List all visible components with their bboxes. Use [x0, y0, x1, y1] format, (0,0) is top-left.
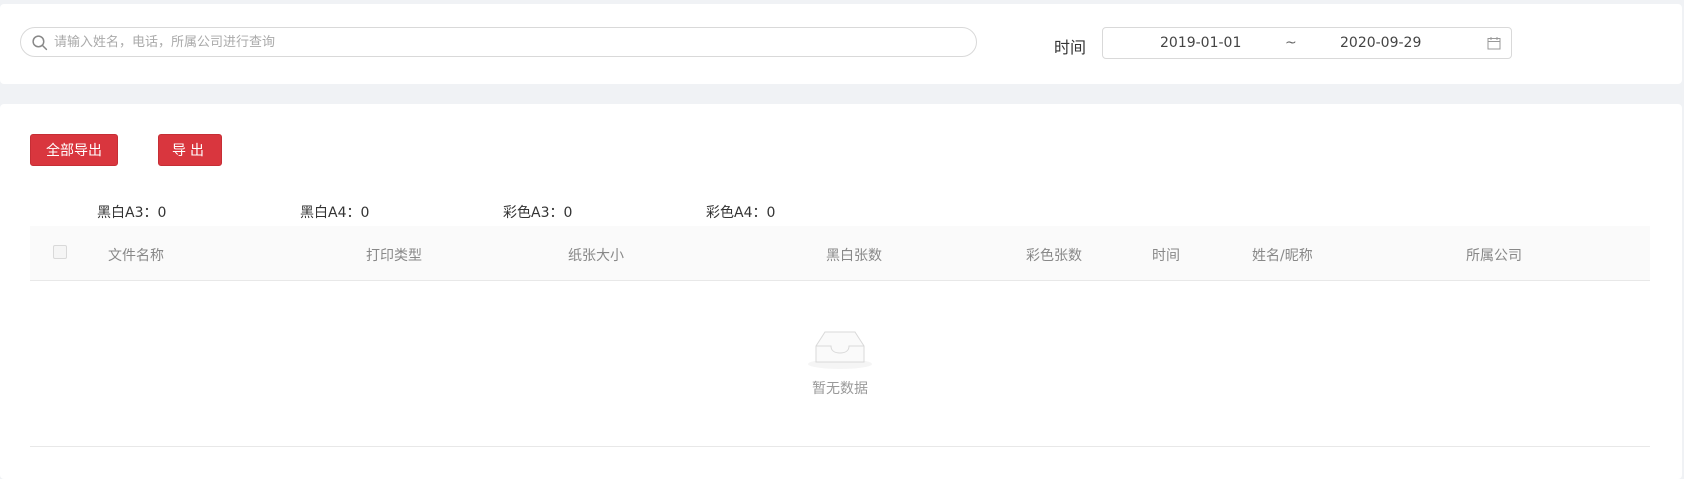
- time-label: 时间: [1054, 38, 1087, 57]
- empty-box-icon: [808, 331, 872, 369]
- column-name[interactable]: 姓名/昵称: [1252, 245, 1313, 265]
- stat-bw-a3: 黑白A3：0: [97, 205, 167, 221]
- column-print-type[interactable]: 打印类型: [366, 245, 422, 265]
- stat-color-a4: 彩色A4：0: [706, 205, 776, 221]
- search-box[interactable]: [20, 27, 977, 57]
- column-bw-pages[interactable]: 黑白张数: [826, 245, 882, 265]
- select-all-checkbox[interactable]: [53, 245, 67, 259]
- export-all-button[interactable]: 全部导出: [30, 134, 118, 166]
- column-file-name[interactable]: 文件名称: [108, 245, 164, 265]
- table-divider: [30, 446, 1650, 447]
- column-color-pages[interactable]: 彩色张数: [1026, 245, 1082, 265]
- export-button[interactable]: 导出: [158, 134, 222, 166]
- date-separator: ~: [1285, 35, 1297, 51]
- search-input[interactable]: [52, 33, 976, 51]
- table-header: 文件名称 打印类型 纸张大小 黑白张数 彩色张数 时间 姓名/昵称 所属公司: [30, 226, 1650, 281]
- filter-bar: 时间 2019-01-01 ~ 2020-09-29: [0, 4, 1682, 84]
- column-time[interactable]: 时间: [1152, 245, 1180, 265]
- date-start[interactable]: 2019-01-01: [1160, 35, 1241, 51]
- date-end[interactable]: 2020-09-29: [1340, 35, 1421, 51]
- stat-color-a3: 彩色A3：0: [503, 205, 573, 221]
- search-icon: [32, 34, 48, 50]
- records-panel: 全部导出 导出 黑白A3：0 黑白A4：0 彩色A3：0 彩色A4：0 文件名称…: [0, 104, 1682, 479]
- empty-state-text: 暂无数据: [812, 381, 868, 397]
- column-company[interactable]: 所属公司: [1466, 245, 1522, 265]
- column-paper-size[interactable]: 纸张大小: [568, 245, 624, 265]
- calendar-icon: [1487, 37, 1501, 50]
- stat-bw-a4: 黑白A4：0: [300, 205, 370, 221]
- date-range-picker[interactable]: 2019-01-01 ~ 2020-09-29: [1102, 27, 1512, 59]
